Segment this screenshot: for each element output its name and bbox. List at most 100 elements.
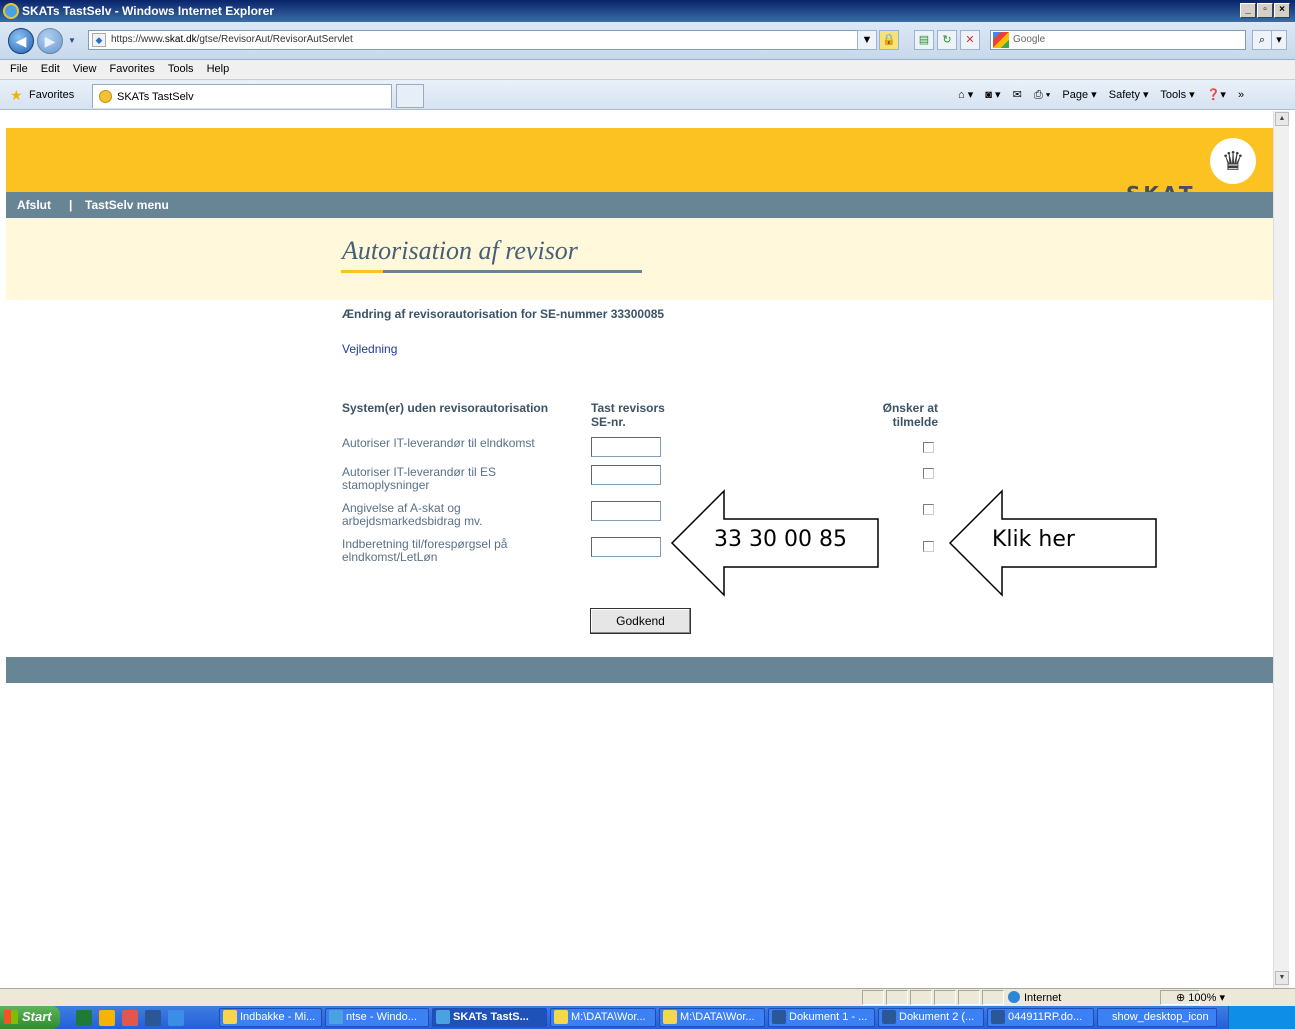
signup-checkbox-2[interactable] — [923, 468, 934, 479]
back-button[interactable]: ◀ — [8, 28, 34, 54]
stop-icon[interactable]: ✕ — [960, 30, 980, 50]
chevron-right-icon[interactable]: » — [1238, 89, 1244, 101]
page-menu[interactable]: Page ▾ — [1062, 89, 1096, 101]
ie-quicklaunch-icon[interactable] — [168, 1010, 184, 1026]
command-bar: ⌂ ▾ ◙ ▾ ✉ ⎙ ▾ Page ▾ Safety ▾ Tools ▾ ❓▾… — [958, 88, 1253, 102]
taskbar-button-folder-2[interactable]: M:\DATA\Wor... — [659, 1008, 765, 1027]
new-tab-button[interactable] — [396, 84, 424, 108]
nav-tastselv-menu-link[interactable]: TastSelv menu — [85, 198, 169, 212]
close-icon[interactable]: × — [1274, 3, 1290, 18]
forward-button[interactable]: ▶ — [37, 28, 63, 54]
taskbar-button-skat[interactable]: SKATs TastS... — [432, 1008, 547, 1027]
taskbar-button-doc-2[interactable]: Dokument 2 (... — [878, 1008, 984, 1027]
status-segment — [958, 990, 980, 1005]
taskbar-button-ntse[interactable]: ntse - Windo... — [325, 1008, 429, 1027]
globe-icon — [1008, 991, 1020, 1003]
address-bar[interactable]: ◆ https://www.skat.dk/gtse/RevisorAut/Re… — [88, 30, 874, 50]
title-underline-accent — [341, 270, 383, 273]
status-segment — [886, 990, 908, 1005]
start-label: Start — [22, 1009, 52, 1024]
search-placeholder: Google — [1013, 34, 1046, 45]
annotation-click-here-text: Klik her — [992, 527, 1075, 552]
excel-quicklaunch-icon[interactable] — [76, 1010, 92, 1026]
favorites-star-icon[interactable]: ★ — [10, 88, 23, 102]
taskbar-button-show-desktop[interactable]: show_desktop_icon — [1097, 1008, 1217, 1027]
taskbar-button-folder-1[interactable]: M:\DATA\Wor... — [550, 1008, 656, 1027]
system-tray[interactable] — [1228, 1006, 1295, 1029]
outlook-quicklaunch-icon[interactable] — [99, 1010, 115, 1026]
word-quicklaunch-icon[interactable] — [145, 1010, 161, 1026]
se-number-input-4[interactable] — [591, 537, 661, 557]
zoom-value: 100% — [1188, 992, 1217, 1004]
home-icon[interactable]: ⌂ ▾ — [958, 89, 973, 101]
signup-checkbox-3[interactable] — [923, 504, 934, 515]
minimize-icon[interactable]: _ — [1240, 3, 1256, 18]
menu-favorites[interactable]: Favorites — [110, 63, 155, 75]
menu-help[interactable]: Help — [207, 63, 230, 75]
page-viewport: ♛ SKAT Afslut | TastSelv menu Autorisati… — [6, 111, 1273, 988]
taskbar-button-inbox[interactable]: Indbakke - Mi... — [219, 1008, 322, 1027]
page-icon: ◆ — [92, 33, 106, 47]
se-number-input-2[interactable] — [591, 465, 661, 485]
tab-title: SKATs TastSelv — [117, 91, 194, 103]
menu-view[interactable]: View — [73, 63, 97, 75]
search-input[interactable]: Google — [990, 30, 1246, 50]
status-segment — [982, 990, 1004, 1005]
se-number-input-3[interactable] — [591, 501, 661, 521]
signup-checkbox-4[interactable] — [923, 541, 934, 552]
help-icon[interactable]: ❓▾ — [1207, 89, 1226, 101]
column-header-system: System(er) uden revisorautorisation — [342, 401, 549, 415]
site-nav: Afslut | TastSelv menu — [6, 192, 1273, 218]
menu-file[interactable]: File — [10, 63, 28, 75]
favorites-bar: ★ Favorites SKATs TastSelv ⌂ ▾ ◙ ▾ ✉ ⎙ ▾… — [0, 80, 1295, 110]
zoom-level[interactable]: ⊕ 100% ▾ — [1176, 991, 1225, 1004]
title-underline — [383, 270, 642, 273]
favorites-button[interactable]: Favorites — [29, 89, 74, 101]
restore-icon[interactable]: ▫ — [1257, 3, 1273, 18]
security-zone-label: Internet — [1024, 992, 1062, 1004]
se-number-input-1[interactable] — [591, 437, 661, 457]
window-title: SKATs TastSelv - Windows Internet Explor… — [22, 4, 274, 18]
crown-icon: ♛ — [1210, 138, 1256, 184]
scroll-down-icon[interactable]: ▼ — [1275, 971, 1289, 985]
scroll-up-icon[interactable]: ▲ — [1275, 112, 1289, 126]
google-icon — [993, 32, 1009, 48]
search-icon[interactable]: ⌕ — [1252, 30, 1272, 50]
column-header-se-line2: SE-nr. — [591, 415, 626, 429]
windows-logo-icon — [4, 1010, 18, 1024]
mail-icon[interactable]: ✉ — [1013, 89, 1022, 101]
column-header-signup: Ønsker at tilmelde — [872, 401, 938, 429]
row-label-3-line2: arbejdsmarkedsbidrag mv. — [342, 514, 483, 528]
skat-banner: ♛ SKAT — [6, 128, 1273, 206]
security-zone[interactable]: Internet — [1008, 991, 1061, 1004]
search-options-icon[interactable]: ▾ — [1271, 30, 1287, 50]
taskbar-button-doc-1[interactable]: Dokument 1 - ... — [768, 1008, 875, 1027]
status-segment — [934, 990, 956, 1005]
menu-edit[interactable]: Edit — [41, 63, 60, 75]
tools-menu[interactable]: Tools ▾ — [1160, 89, 1194, 101]
page-footer-band — [6, 657, 1273, 683]
feeds-icon[interactable]: ◙ ▾ — [985, 89, 1000, 101]
lock-icon[interactable]: 🔒 — [879, 30, 899, 50]
compatibility-icon[interactable]: ▤ — [914, 30, 934, 50]
refresh-icon[interactable]: ↻ — [937, 30, 957, 50]
browser-tab[interactable]: SKATs TastSelv — [92, 84, 392, 108]
row-label-4: Indberetning til/forespørgsel på elndkom… — [342, 538, 582, 564]
vertical-scrollbar[interactable]: ▲ ▼ — [1273, 111, 1289, 988]
signup-checkbox-1[interactable] — [923, 442, 934, 453]
nav-exit-link[interactable]: Afslut — [17, 198, 51, 212]
status-segment — [862, 990, 884, 1005]
start-button[interactable]: Start — [0, 1006, 60, 1029]
help-link[interactable]: Vejledning — [342, 342, 397, 356]
print-icon[interactable]: ⎙ ▾ — [1034, 89, 1050, 101]
menu-tools[interactable]: Tools — [168, 63, 194, 75]
approve-button[interactable]: Godkend — [590, 608, 691, 634]
taskbar-button-doc-3[interactable]: 044911RP.do... — [987, 1008, 1094, 1027]
row-label-1: Autoriser IT-leverandør til elndkomst — [342, 437, 582, 450]
annotation-se-number-text: 33 30 00 85 — [714, 527, 847, 552]
tab-page-icon — [99, 90, 112, 103]
address-dropdown-icon[interactable]: ▼ — [857, 30, 877, 50]
recent-pages-dropdown-icon[interactable]: ▼ — [68, 36, 76, 45]
powerpoint-quicklaunch-icon[interactable] — [122, 1010, 138, 1026]
safety-menu[interactable]: Safety ▾ — [1109, 89, 1149, 101]
